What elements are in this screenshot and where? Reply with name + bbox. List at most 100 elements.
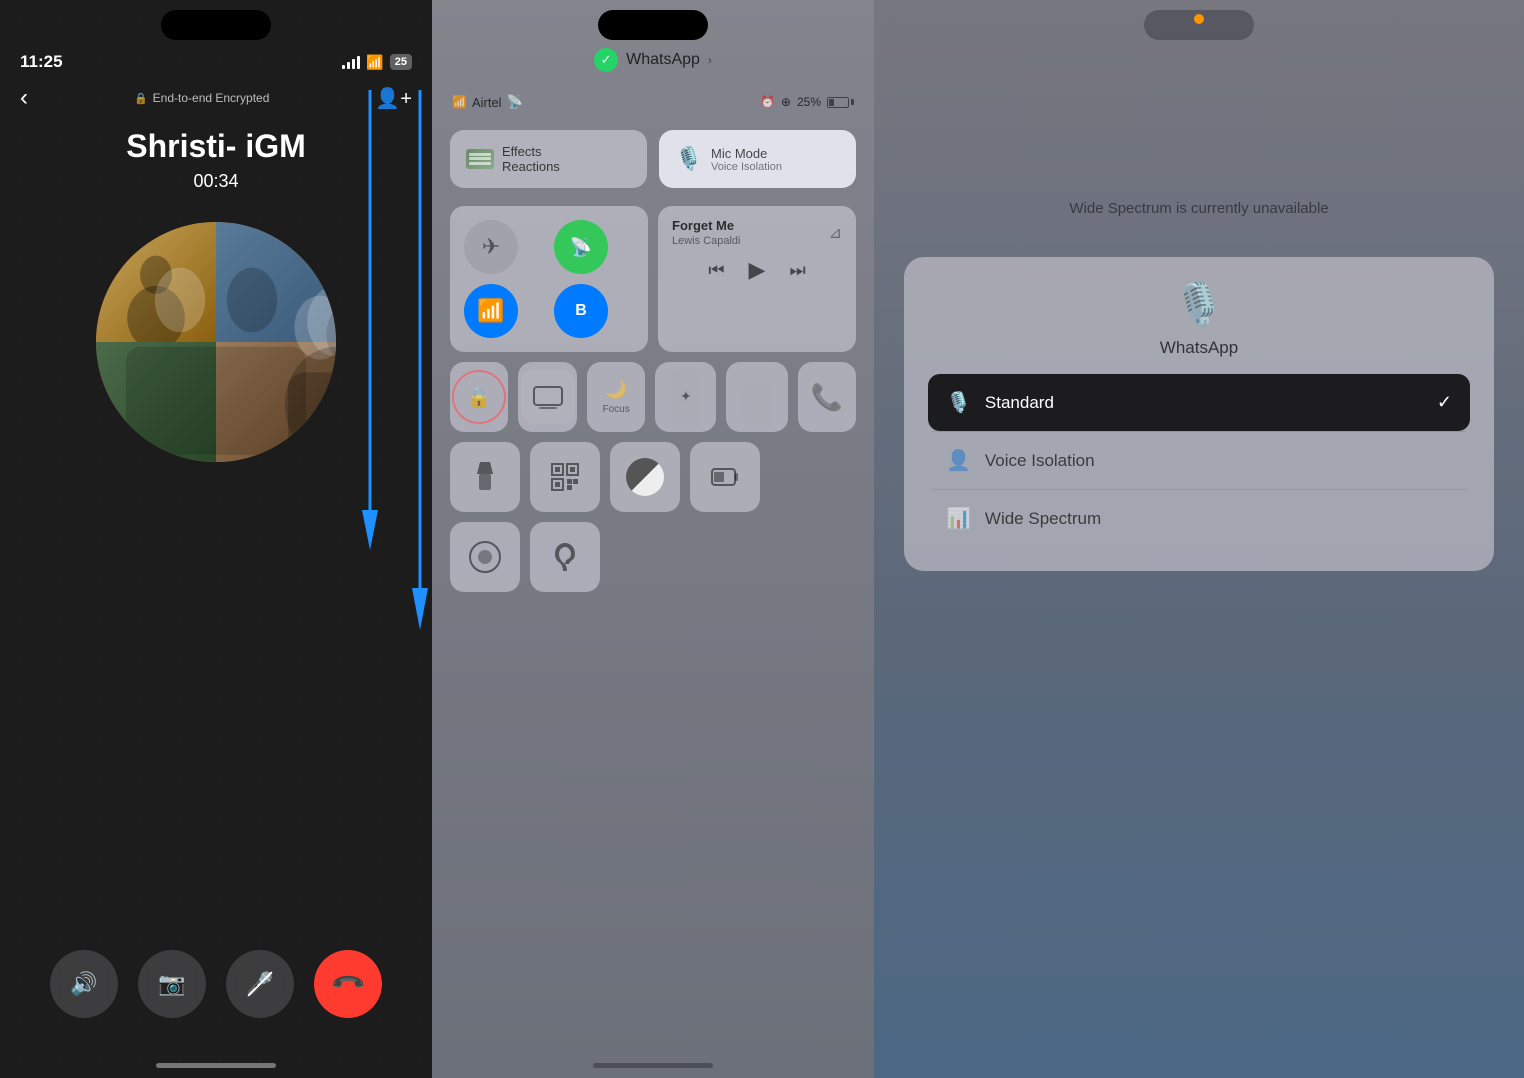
airplane-mode-button[interactable]: ✈ bbox=[464, 220, 518, 274]
effects-lines bbox=[466, 149, 494, 169]
screen-mirror-button[interactable] bbox=[518, 362, 576, 432]
whatsapp-mic-header: 🎙️ WhatsApp bbox=[928, 281, 1470, 358]
battery-body bbox=[827, 97, 849, 108]
wifi-button[interactable]: 📶 bbox=[464, 284, 518, 338]
unavailable-text: Wide Spectrum is currently unavailable bbox=[874, 200, 1524, 217]
controls-row-4 bbox=[432, 442, 874, 512]
caller-name: Shristi- iGM bbox=[0, 128, 432, 165]
connectivity-music-row: ✈ 📡 📶 B Forget Me Lewis Capaldi ⊿ bbox=[432, 206, 874, 352]
volume-slider[interactable] bbox=[726, 362, 787, 432]
focus-icon: 🌙 bbox=[605, 379, 627, 400]
invert-icon bbox=[626, 458, 664, 496]
record-inner bbox=[478, 550, 492, 564]
music-info: Forget Me Lewis Capaldi bbox=[672, 218, 740, 247]
call-header: ‹ 🔒 End-to-end Encrypted 👤+ bbox=[0, 76, 432, 120]
mirror-svg bbox=[533, 385, 563, 409]
controls-row-5 bbox=[432, 522, 874, 592]
brightness-icon: ✦ bbox=[680, 388, 692, 405]
mic-mode-selection-panel: 🎙️ WhatsApp 🎙️ Standard ✓ 👤 Voice Isolat… bbox=[904, 257, 1494, 571]
voice-isolation-option[interactable]: 👤 Voice Isolation bbox=[928, 432, 1470, 489]
play-button[interactable]: ▶ bbox=[749, 257, 766, 283]
avatar-collage bbox=[96, 222, 336, 462]
signal-strength bbox=[342, 55, 360, 69]
speaker-icon: 🔊 bbox=[70, 971, 97, 997]
call-controls: 🔊 📷 🎤 📞 bbox=[0, 950, 432, 1038]
signal-bar-1 bbox=[342, 65, 345, 69]
whatsapp-banner[interactable]: ✓ WhatsApp › bbox=[432, 40, 874, 80]
mic-icon: 🎙️ bbox=[675, 146, 702, 172]
time-display: 11:25 bbox=[20, 52, 63, 72]
qr-icon bbox=[551, 463, 579, 491]
signal-bar-2 bbox=[347, 62, 350, 69]
p3-top-bar bbox=[874, 40, 1524, 80]
hearing-button[interactable] bbox=[530, 522, 600, 592]
signal-bar-4 bbox=[357, 56, 360, 69]
effects-label: Effects bbox=[502, 144, 560, 159]
collage-cell-3 bbox=[96, 342, 216, 462]
connectivity-box: ✈ 📡 📶 B bbox=[450, 206, 648, 352]
signal-bar-3 bbox=[352, 59, 355, 69]
battery-saver-button[interactable] bbox=[690, 442, 760, 512]
mute-button[interactable]: 🎤 bbox=[226, 950, 294, 1018]
dynamic-island bbox=[161, 10, 271, 40]
standard-checkmark: ✓ bbox=[1437, 392, 1452, 413]
wide-spectrum-option[interactable]: 📊 Wide Spectrum bbox=[928, 490, 1470, 547]
qr-scanner-button[interactable] bbox=[530, 442, 600, 512]
cellular-button[interactable]: 📡 bbox=[554, 220, 608, 274]
mic-widget-icon: 🎙️ bbox=[675, 145, 703, 173]
wifi-btn-icon: 📶 bbox=[477, 298, 504, 324]
focus-label: Focus bbox=[603, 404, 630, 415]
person-silhouette-4 bbox=[216, 342, 336, 462]
caller-avatar-container bbox=[0, 222, 432, 462]
effects-icon-shape bbox=[466, 149, 494, 169]
mirror-icon bbox=[521, 370, 575, 424]
battery-status bbox=[827, 97, 854, 108]
battery-fill bbox=[829, 99, 834, 106]
reactions-label: Reactions bbox=[502, 159, 560, 174]
wide-spectrum-icon: 📊 bbox=[946, 506, 971, 531]
next-button[interactable]: ⏭ bbox=[789, 260, 805, 281]
brightness-slider[interactable]: ✦ bbox=[655, 362, 716, 432]
person-silhouette-3 bbox=[96, 342, 216, 462]
voice-isolation-icon: 👤 bbox=[946, 448, 971, 473]
effects-widget-icon bbox=[466, 145, 494, 173]
music-controls: ⏮ ▶ ⏭ bbox=[672, 257, 842, 283]
home-indicator bbox=[156, 1063, 276, 1068]
end-call-button[interactable]: 📞 bbox=[314, 950, 382, 1018]
status-icons: 📶 25 bbox=[342, 54, 412, 71]
call-duration: 00:34 bbox=[0, 171, 432, 192]
standard-option[interactable]: 🎙️ Standard ✓ bbox=[928, 374, 1470, 431]
back-button[interactable]: ‹ bbox=[20, 84, 28, 112]
music-box: Forget Me Lewis Capaldi ⊿ ⏮ ▶ ⏭ bbox=[658, 206, 856, 352]
effects-reactions-widget[interactable]: Effects Reactions bbox=[450, 130, 647, 188]
signal-icon: 📶 bbox=[452, 95, 467, 109]
alarm-icon: ⏰ bbox=[760, 95, 775, 109]
airplane-icon: ✈ bbox=[482, 234, 500, 260]
prev-button[interactable]: ⏮ bbox=[708, 260, 724, 281]
music-title: Forget Me bbox=[672, 218, 740, 233]
effect-line-2 bbox=[469, 157, 491, 160]
speaker-button[interactable]: 🔊 bbox=[50, 950, 118, 1018]
screen-record-button[interactable] bbox=[450, 522, 520, 592]
bluetooth-button[interactable]: B bbox=[554, 284, 608, 338]
rotation-lock-button[interactable]: 🔒 bbox=[450, 362, 508, 432]
invert-colors-button[interactable] bbox=[610, 442, 680, 512]
collage-cell-4 bbox=[216, 342, 336, 462]
encryption-label: 🔒 End-to-end Encrypted bbox=[134, 91, 269, 105]
airplay-icon[interactable]: ⊿ bbox=[829, 223, 842, 243]
whatsapp-icon-small: ✓ bbox=[594, 48, 618, 72]
video-button[interactable]: 📷 bbox=[138, 950, 206, 1018]
focus-button[interactable]: 🌙 Focus bbox=[587, 362, 645, 432]
whatsapp-banner-label: WhatsApp bbox=[626, 51, 700, 69]
flashlight-button[interactable] bbox=[450, 442, 520, 512]
phone-button[interactable]: 📞 bbox=[798, 362, 856, 432]
ear-icon bbox=[552, 541, 578, 573]
mic-mode-widget[interactable]: 🎙️ Mic Mode Voice Isolation bbox=[659, 130, 856, 188]
location-icon: ⊕ bbox=[781, 95, 791, 109]
bluetooth-icon: B bbox=[575, 302, 587, 320]
effect-line-3 bbox=[469, 162, 491, 165]
add-person-button[interactable]: 👤+ bbox=[375, 86, 412, 111]
volume-fill bbox=[743, 384, 771, 424]
brightness-fill: ✦ bbox=[672, 369, 700, 424]
battery-icon bbox=[711, 468, 739, 486]
